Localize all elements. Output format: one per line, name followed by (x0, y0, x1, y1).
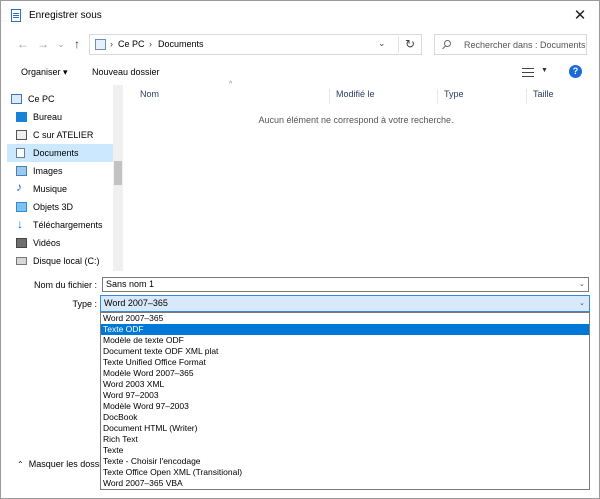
sidebar-item-label: Vidéos (33, 238, 61, 248)
sidebar-item-telechargements[interactable]: Téléchargements (12, 216, 114, 234)
chevron-down-icon[interactable]: ⌄ (579, 299, 585, 307)
local-disk-icon (16, 257, 27, 265)
column-header-size[interactable]: Taille (526, 89, 554, 104)
breadcrumb-separator: › (149, 39, 152, 49)
sidebar-item-label: Bureau (33, 112, 63, 122)
back-arrow-icon[interactable]: ← (15, 36, 31, 52)
title-bar: Enregistrer sous ✕ (1, 1, 599, 31)
dialog-title: Enregistrer sous (29, 10, 102, 21)
new-folder-button[interactable]: Nouveau dossier (92, 67, 160, 77)
empty-results-message: Aucun élément ne correspond à votre rech… (258, 115, 454, 125)
forward-arrow-icon[interactable]: → (35, 36, 51, 52)
scrollbar-thumb[interactable] (114, 161, 122, 185)
sidebar-item-label: Musique (33, 184, 68, 194)
objects-3d-icon (16, 202, 27, 212)
sidebar-item-label: Documents (33, 148, 79, 158)
sidebar-item-bureau[interactable]: Bureau (12, 108, 118, 126)
sidebar-item-documents[interactable]: Documents (7, 144, 113, 162)
filename-input[interactable]: Sans nom 1 (102, 277, 589, 292)
breadcrumb-documents[interactable]: Documents (158, 39, 204, 49)
chevron-down-icon[interactable]: ⌄ (579, 280, 585, 288)
sidebar-item-ce-pc[interactable]: Ce PC (7, 90, 113, 108)
file-list: ^ Nom Modifié le Type Taille Aucun éléme… (125, 81, 587, 271)
type-option[interactable]: Word 2007–365 (101, 313, 589, 324)
type-option[interactable]: DocBook (101, 412, 589, 423)
sort-ascending-icon: ^ (229, 81, 233, 88)
sidebar-item-label: Objets 3D (33, 202, 74, 212)
type-option[interactable]: Word 2003 XML (101, 379, 589, 390)
hide-folders-label: Masquer les dossi (28, 459, 102, 469)
computer-icon (11, 94, 22, 104)
type-option[interactable]: Word 97–2003 (101, 390, 589, 401)
sidebar-item-label: Ce PC (28, 94, 55, 104)
address-bar[interactable]: › Ce PC › Documents ⌄ ↻ (89, 34, 422, 55)
hide-folders-toggle[interactable]: ⌃ Masquer les dossi (17, 459, 101, 469)
type-option[interactable]: Modèle Word 2007–365 (101, 368, 589, 379)
type-option[interactable]: Modèle de texte ODF (101, 335, 589, 346)
sidebar-item-label: Images (33, 166, 63, 176)
downloads-icon (16, 217, 26, 231)
sidebar-item-videos[interactable]: Vidéos (12, 234, 118, 252)
save-as-dialog: Enregistrer sous ✕ ← → ⌄ ↑ › Ce PC › Doc… (0, 0, 600, 499)
column-header-name[interactable]: Nom (134, 89, 159, 104)
type-option[interactable]: Document texte ODF XML plat (101, 346, 589, 357)
breadcrumb-separator: › (110, 39, 113, 49)
sidebar-item-c-sur-atelier[interactable]: C sur ATELIER (12, 126, 118, 144)
sidebar-item-musique[interactable]: Musique (12, 180, 118, 198)
sidebar-item-images[interactable]: Images (12, 162, 118, 180)
search-icon (444, 40, 451, 47)
music-icon (16, 180, 24, 194)
breadcrumb-ce-pc[interactable]: Ce PC (118, 39, 145, 49)
documents-icon (16, 148, 25, 158)
recent-locations-icon[interactable]: ⌄ (53, 36, 69, 52)
chevron-down-icon[interactable]: ⌄ (378, 38, 386, 49)
organize-button[interactable]: Organiser ▾ (21, 67, 68, 78)
type-option-selected[interactable]: Texte ODF (101, 324, 589, 335)
type-option[interactable]: Texte - Choisir l'encodage (101, 456, 589, 467)
type-option[interactable]: Texte Office Open XML (Transitional) (101, 467, 589, 478)
filename-label: Nom du fichier : (33, 280, 97, 290)
sidebar-item-label: Téléchargements (33, 220, 103, 230)
sidebar-item-disque-local[interactable]: Disque local (C:) (12, 252, 114, 270)
document-icon (11, 9, 21, 22)
refresh-icon[interactable]: ↻ (398, 36, 421, 53)
images-icon (16, 166, 27, 176)
chevron-up-icon: ⌃ (17, 460, 24, 469)
search-input[interactable]: Rechercher dans : Documents (464, 40, 586, 50)
file-type-dropdown-list: Word 2007–365 Texte ODF Modèle de texte … (100, 312, 590, 490)
column-header-modified[interactable]: Modifié le (329, 89, 375, 104)
videos-icon (16, 238, 27, 248)
column-header-type[interactable]: Type (437, 89, 464, 104)
navigation-bar: ← → ⌄ ↑ › Ce PC › Documents ⌄ ↻ Recherch… (1, 31, 599, 59)
sidebar-item-objets-3d[interactable]: Objets 3D (12, 198, 118, 216)
navigation-pane-scrollbar[interactable] (113, 85, 123, 271)
file-type-select[interactable]: Word 2007–365 (100, 295, 590, 312)
type-option[interactable]: Texte Unified Office Format (101, 357, 589, 368)
search-box[interactable]: Rechercher dans : Documents (434, 34, 587, 55)
sidebar-item-label: C sur ATELIER (33, 130, 94, 140)
network-drive-icon (16, 130, 27, 140)
type-option[interactable]: Rich Text (101, 434, 589, 445)
type-option[interactable]: Document HTML (Writer) (101, 423, 589, 434)
type-option[interactable]: Texte (101, 445, 589, 456)
up-arrow-icon[interactable]: ↑ (69, 36, 85, 52)
type-option[interactable]: Word 2007–365 VBA (101, 478, 589, 489)
computer-icon (95, 39, 106, 50)
help-icon[interactable]: ? (569, 65, 582, 78)
desktop-icon (16, 112, 27, 122)
close-button[interactable]: ✕ (569, 5, 591, 27)
sidebar-item-label: Disque local (C:) (33, 256, 100, 266)
type-option[interactable]: Modèle Word 97–2003 (101, 401, 589, 412)
navigation-pane: Ce PC Bureau C sur ATELIER Documents Ima… (7, 85, 123, 271)
command-bar: Organiser ▾ Nouveau dossier ▼ ? (1, 59, 599, 85)
file-type-label: Type : (72, 299, 97, 309)
view-options-icon[interactable] (522, 68, 534, 77)
view-options-dropdown[interactable]: ▼ (541, 67, 548, 74)
